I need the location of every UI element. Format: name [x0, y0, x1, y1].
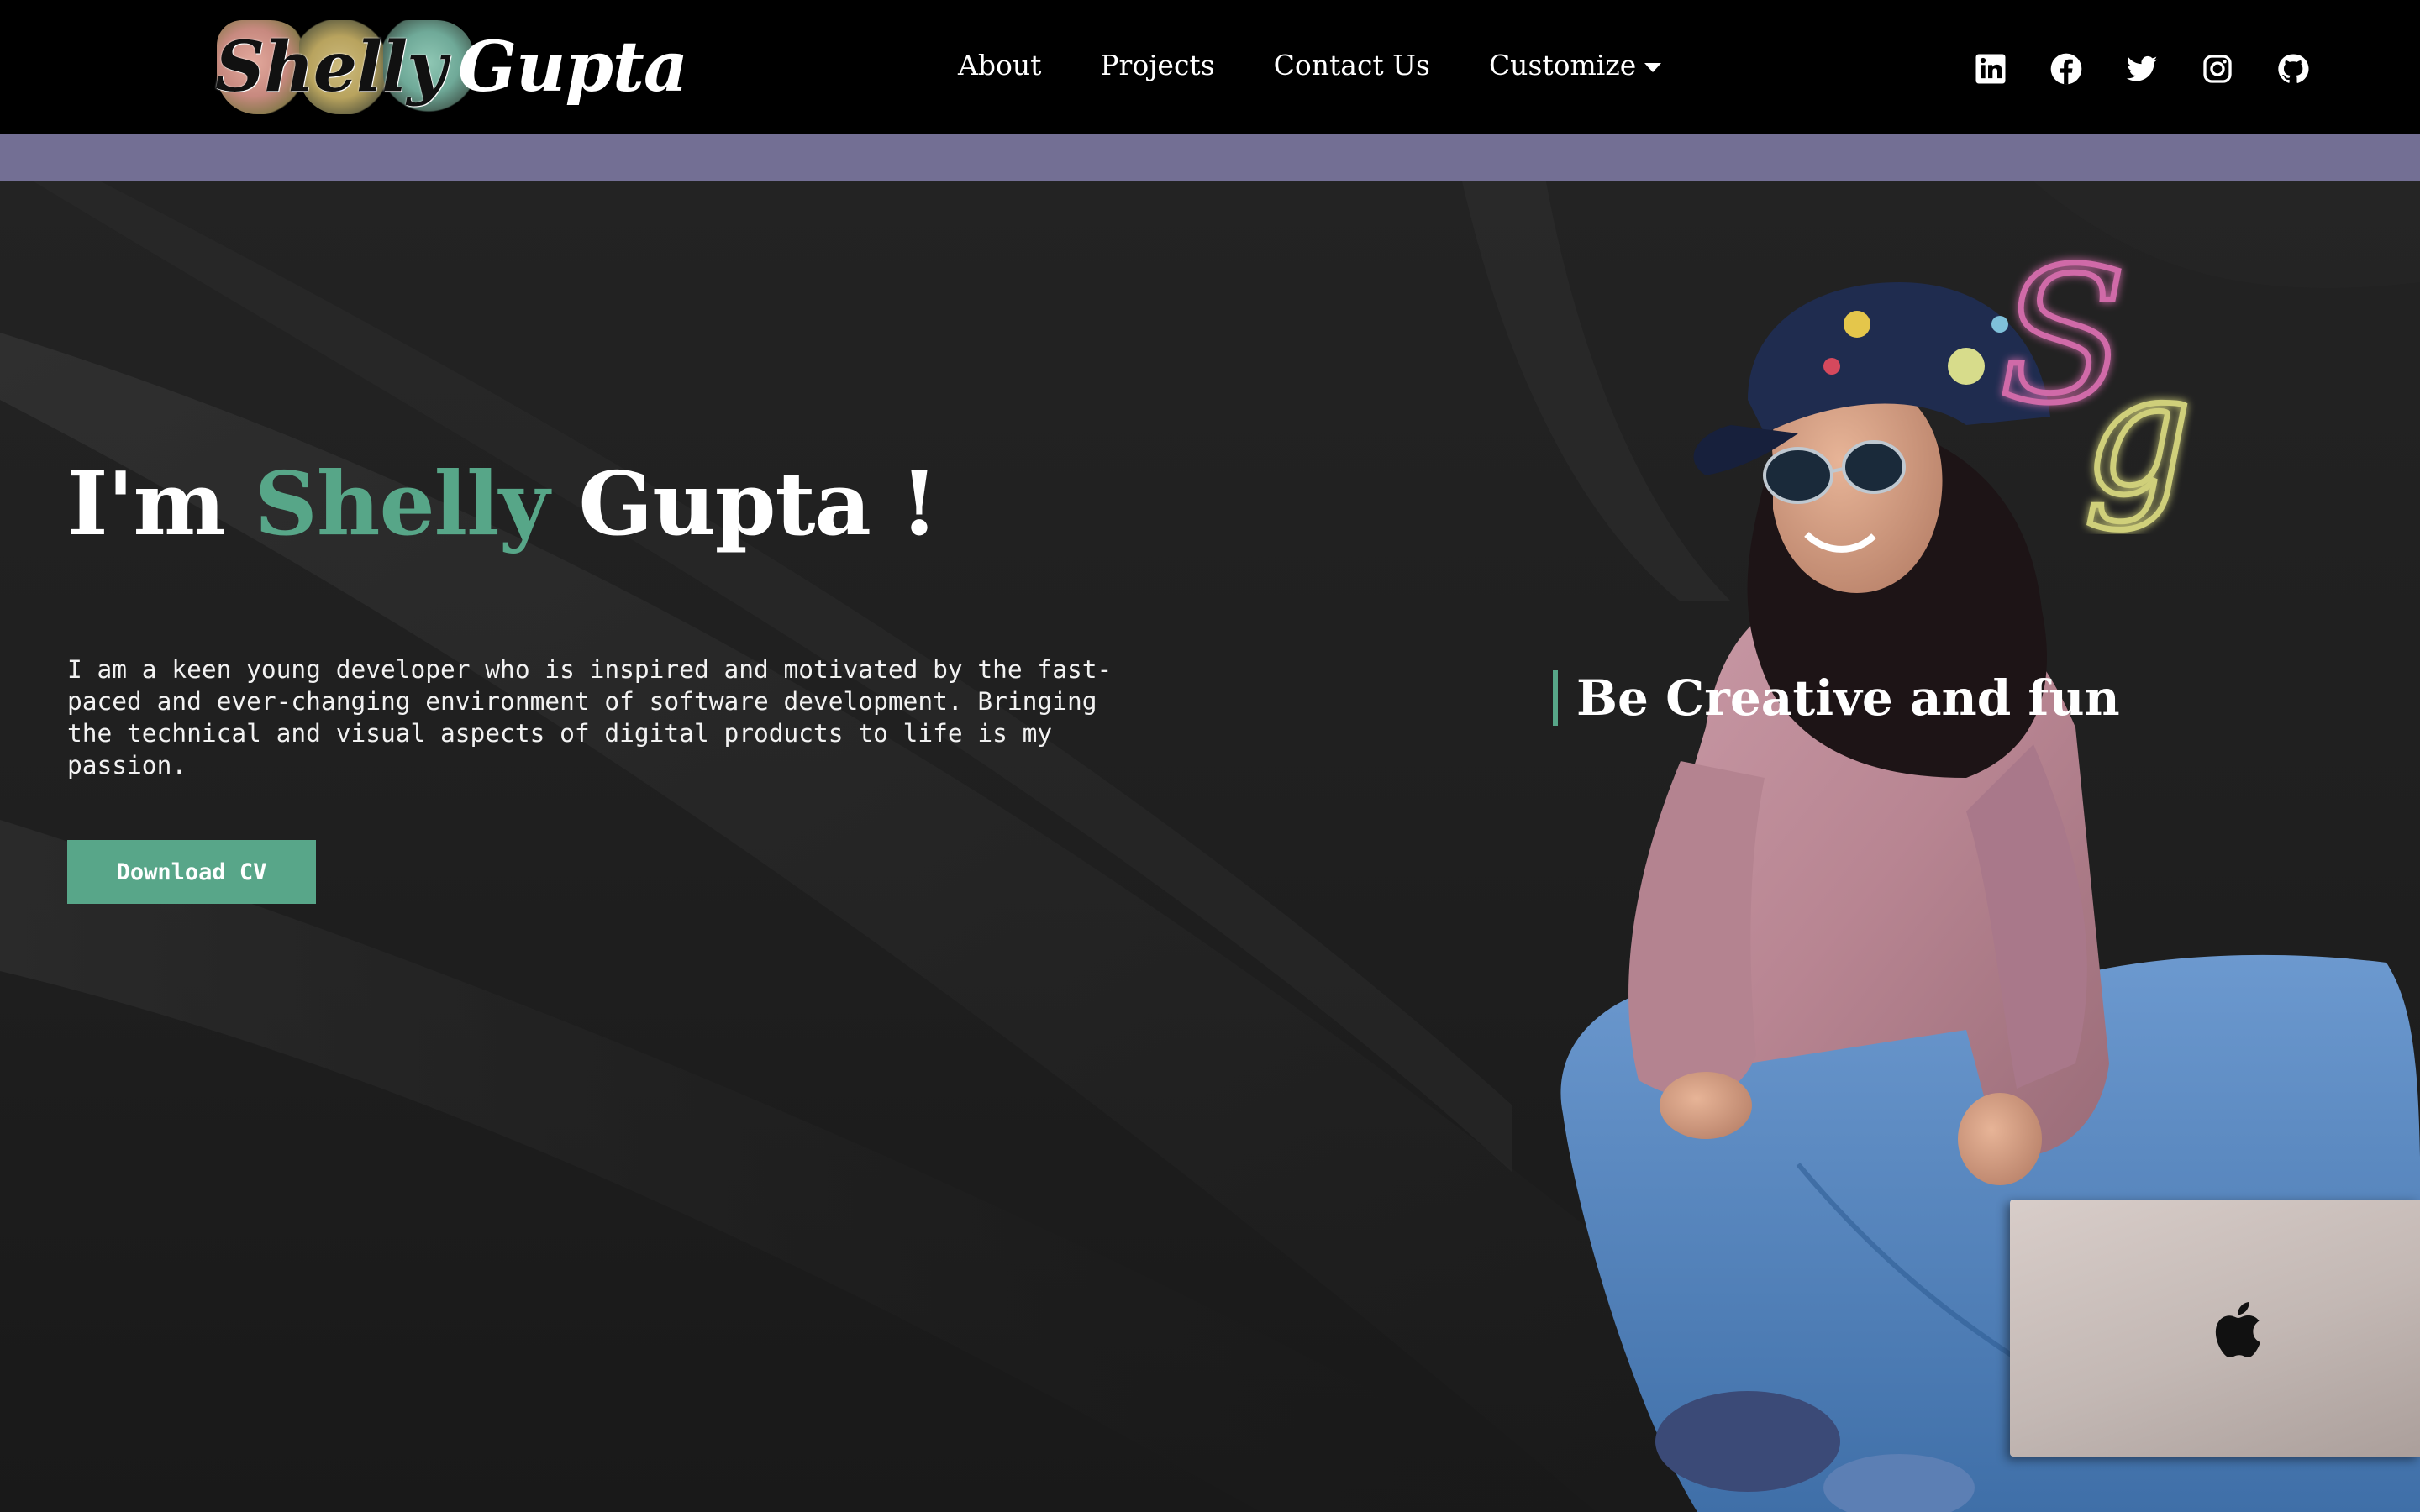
nav-contact-us[interactable]: Contact Us [1274, 42, 1430, 89]
main-nav: About Projects Contact Us Customize [958, 42, 1720, 89]
site-header: Shelly Gupta About Projects Contact Us Cu… [0, 0, 2420, 135]
headline-first-name: Shelly [254, 452, 550, 555]
twitter-icon[interactable] [2123, 49, 2161, 89]
site-logo[interactable]: Shelly Gupta [215, 12, 688, 119]
hero-tagline: Be Creative and fun [1553, 670, 2120, 726]
hero-headline: I'm Shelly Gupta ! [67, 452, 939, 557]
neon-monogram: S g [1997, 232, 2195, 534]
headline-last-name: Gupta ! [578, 452, 938, 555]
linkedin-icon[interactable] [1971, 49, 2010, 89]
nav-about[interactable]: About [958, 42, 1041, 89]
headline-prefix: I'm [67, 452, 226, 555]
facebook-icon[interactable] [2047, 49, 2086, 89]
social-links [1971, 49, 2349, 89]
nav-customize-dropdown[interactable]: Customize [1488, 42, 1662, 89]
neon-letter-g: g [2084, 337, 2191, 533]
nav-customize-label: Customize [1488, 49, 1637, 81]
instagram-icon[interactable] [2198, 49, 2237, 89]
logo-last-name: Gupta [457, 27, 688, 108]
caret-down-icon [1644, 62, 1662, 72]
github-icon[interactable] [2274, 49, 2312, 89]
logo-text: Shelly Gupta [215, 25, 688, 109]
apple-logo-icon [2215, 1302, 2260, 1358]
accent-strip [0, 134, 2420, 181]
logo-first-name: Shelly [215, 27, 447, 108]
nav-projects[interactable]: Projects [1100, 42, 1214, 89]
download-cv-button[interactable]: Download CV [67, 840, 316, 904]
laptop-image [2010, 1200, 2420, 1457]
hero-section: I'm Shelly Gupta ! I am a keen young dev… [0, 181, 2420, 1512]
hero-intro-text: I am a keen young developer who is inspi… [67, 655, 1113, 780]
